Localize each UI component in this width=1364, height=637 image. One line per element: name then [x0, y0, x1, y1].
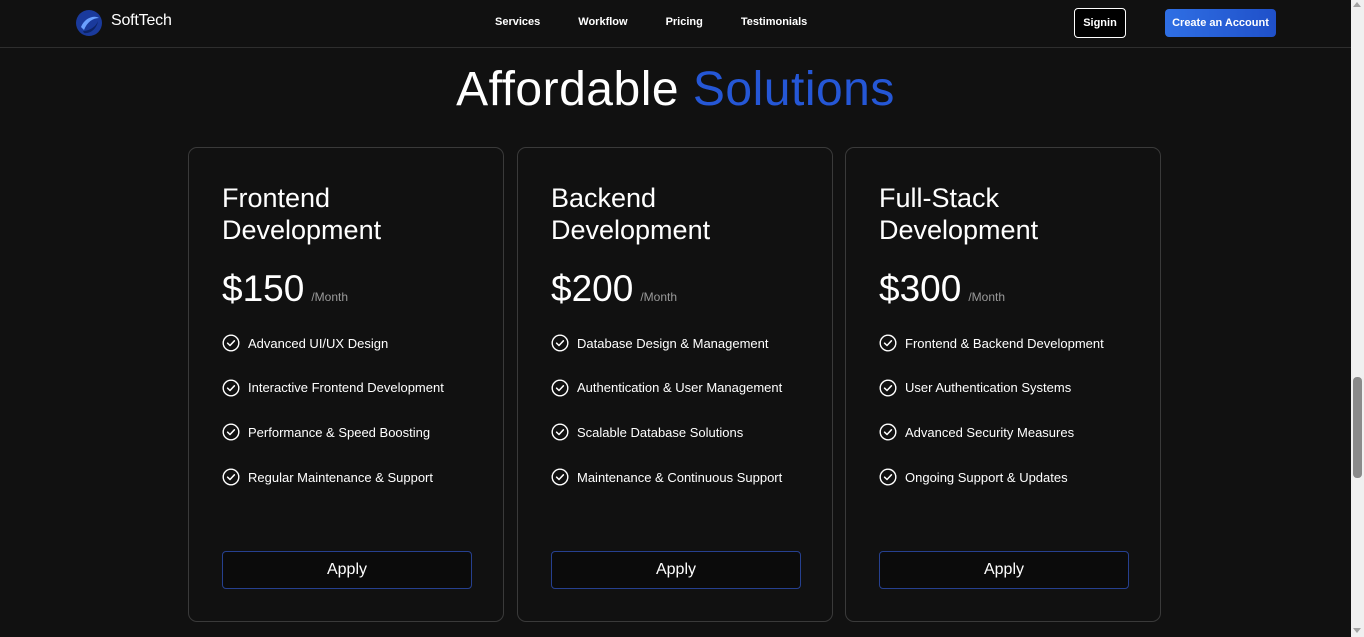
feature-item: Scalable Database Solutions: [551, 423, 782, 441]
feature-text: Performance & Speed Boosting: [248, 424, 431, 440]
brand-name: SoftTech: [111, 12, 172, 29]
check-circle-icon: [222, 423, 240, 441]
feature-item: Advanced Security Measures: [879, 423, 1104, 441]
nav-link-pricing[interactable]: Pricing: [666, 16, 703, 28]
feature-item: Authentication & User Management: [551, 379, 782, 397]
plan-card-frontend: Frontend Development $150 /Month Advance…: [188, 147, 504, 622]
check-circle-icon: [879, 423, 897, 441]
check-circle-icon: [551, 379, 569, 397]
check-circle-icon: [879, 379, 897, 397]
feature-text: User Authentication Systems: [905, 380, 1072, 396]
feature-item: Frontend & Backend Development: [879, 334, 1104, 352]
feature-text: Interactive Frontend Development: [248, 380, 444, 396]
nav-link-workflow[interactable]: Workflow: [578, 16, 627, 28]
check-circle-icon: [879, 334, 897, 352]
check-circle-icon: [222, 468, 240, 486]
feature-text: Authentication & User Management: [577, 380, 783, 396]
nav-link-testimonials[interactable]: Testimonials: [741, 16, 807, 28]
navbar: SoftTech Services Workflow Pricing Testi…: [0, 0, 1351, 48]
check-circle-icon: [551, 468, 569, 486]
plan-price: $300: [879, 268, 962, 309]
apply-button[interactable]: Apply: [222, 551, 472, 589]
nav-link-services[interactable]: Services: [495, 16, 540, 28]
plan-title: Backend Development: [551, 183, 711, 245]
plan-card-fullstack: Full-Stack Development $300 /Month Front…: [845, 147, 1161, 622]
feature-text: Advanced UI/UX Design: [248, 335, 389, 351]
logo-icon: [76, 10, 102, 36]
scrollbar-thumb[interactable]: [1353, 377, 1362, 478]
apply-button[interactable]: Apply: [551, 551, 801, 589]
plan-title: Full-Stack Development: [879, 183, 1039, 245]
plan-card-backend: Backend Development $200 /Month Database…: [517, 147, 833, 622]
price-row: $300 /Month: [879, 268, 1005, 310]
feature-item: Database Design & Management: [551, 334, 782, 352]
check-circle-icon: [222, 334, 240, 352]
feature-item: Ongoing Support & Updates: [879, 468, 1104, 486]
plan-title: Frontend Development: [222, 183, 382, 245]
feature-text: Maintenance & Continuous Support: [577, 469, 783, 485]
feature-list: Frontend & Backend Development User Auth…: [879, 334, 1104, 513]
feature-item: Interactive Frontend Development: [222, 379, 444, 397]
scrollbar[interactable]: [1351, 0, 1364, 637]
plan-period: /Month: [311, 290, 348, 304]
feature-list: Database Design & Management Authenticat…: [551, 334, 782, 513]
check-circle-icon: [551, 334, 569, 352]
feature-text: Frontend & Backend Development: [905, 335, 1104, 351]
signin-button[interactable]: Signin: [1074, 8, 1126, 38]
feature-item: Regular Maintenance & Support: [222, 468, 444, 486]
plan-price: $200: [551, 268, 634, 309]
feature-item: Advanced UI/UX Design: [222, 334, 444, 352]
feature-text: Regular Maintenance & Support: [248, 469, 434, 485]
feature-text: Ongoing Support & Updates: [905, 469, 1068, 485]
price-row: $200 /Month: [551, 268, 677, 310]
feature-text: Scalable Database Solutions: [577, 424, 744, 440]
create-account-button[interactable]: Create an Account: [1165, 9, 1276, 37]
scroll-up-arrow-icon[interactable]: [1353, 2, 1361, 7]
scroll-down-arrow-icon[interactable]: [1353, 628, 1361, 633]
feature-item: Maintenance & Continuous Support: [551, 468, 782, 486]
price-row: $150 /Month: [222, 268, 348, 310]
brand-logo[interactable]: SoftTech: [75, 9, 172, 37]
check-circle-icon: [222, 379, 240, 397]
feature-item: User Authentication Systems: [879, 379, 1104, 397]
check-circle-icon: [879, 468, 897, 486]
section-title-accent: Solutions: [692, 63, 895, 116]
feature-text: Advanced Security Measures: [905, 424, 1075, 440]
plan-price: $150: [222, 268, 305, 309]
plan-period: /Month: [640, 290, 677, 304]
feature-item: Performance & Speed Boosting: [222, 423, 444, 441]
feature-text: Database Design & Management: [577, 335, 769, 351]
check-circle-icon: [551, 423, 569, 441]
section-title-main: Affordable: [456, 63, 680, 116]
nav-links: Services Workflow Pricing Testimonials: [495, 16, 845, 28]
section-title: Affordable Solutions: [0, 62, 1351, 117]
feature-list: Advanced UI/UX Design Interactive Fronte…: [222, 334, 444, 513]
apply-button[interactable]: Apply: [879, 551, 1129, 589]
plan-period: /Month: [968, 290, 1005, 304]
